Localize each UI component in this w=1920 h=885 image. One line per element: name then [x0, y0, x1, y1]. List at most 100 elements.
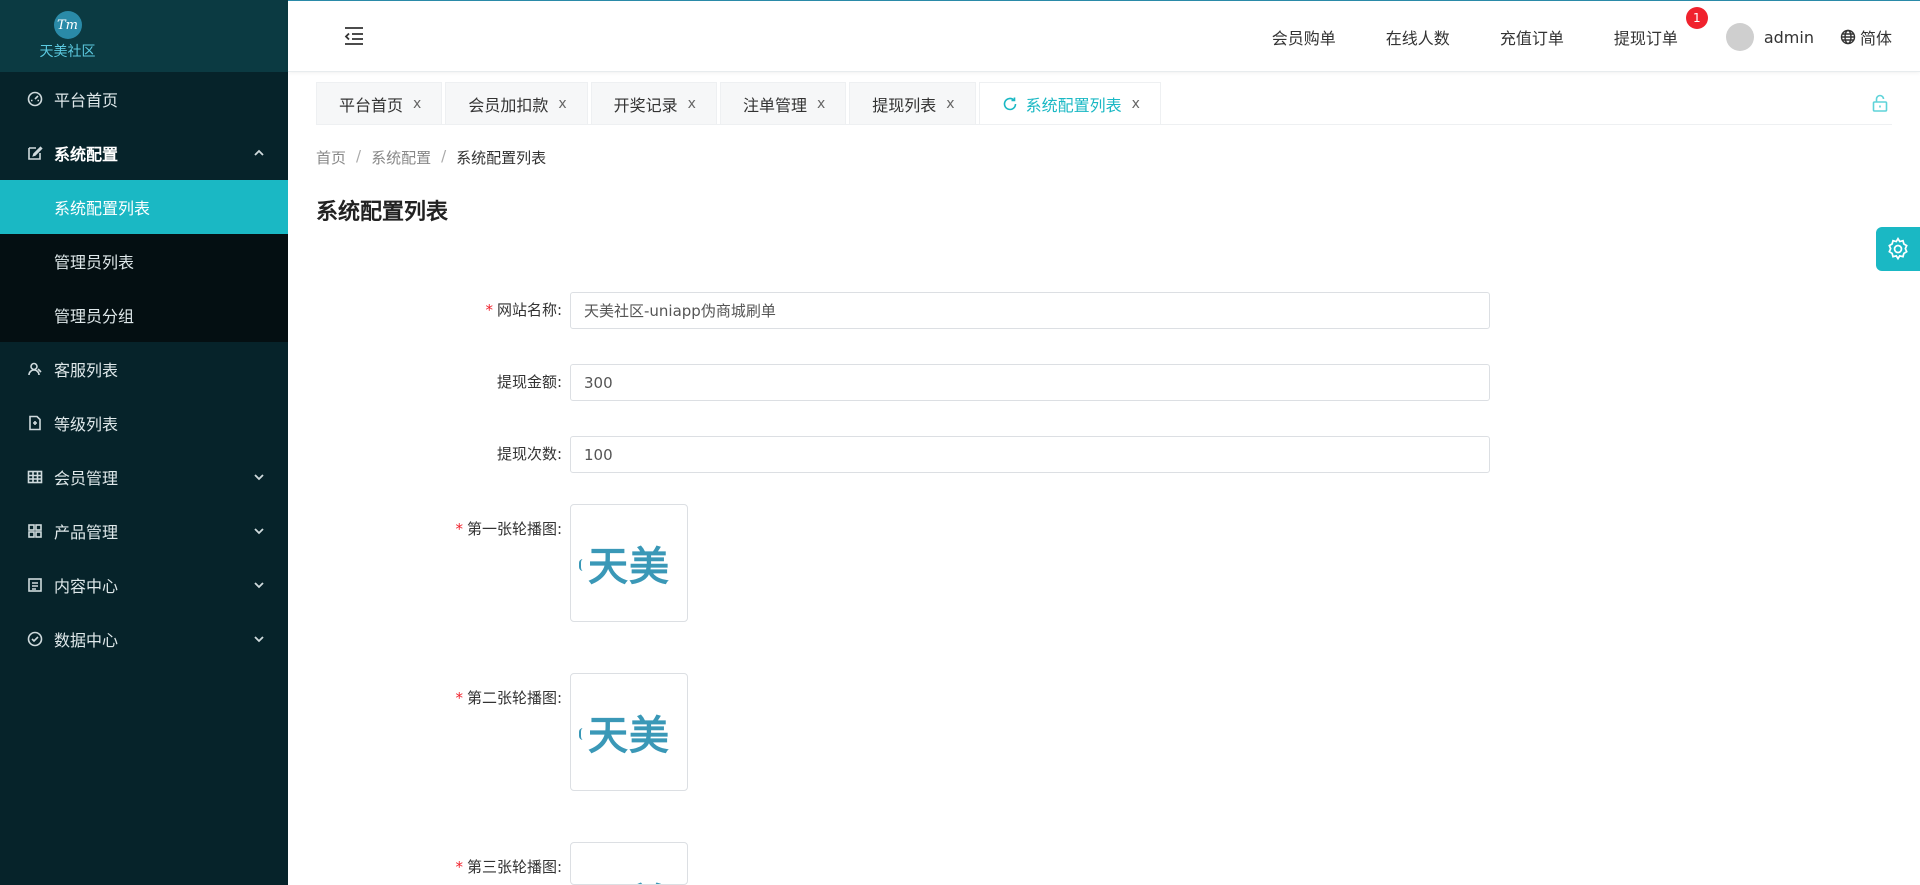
logo-mark: Tm	[53, 11, 82, 39]
tab-lottery-records[interactable]: 开奖记录 x	[590, 82, 717, 124]
sidebar-item-data[interactable]: 数据中心	[0, 612, 288, 666]
tab-bets[interactable]: 注单管理 x	[719, 82, 847, 124]
banner2-upload[interactable]: 天美	[570, 673, 688, 791]
breadcrumb-separator: /	[441, 147, 447, 165]
image-edge-mark	[579, 728, 583, 740]
withdraw-amount-input[interactable]	[570, 364, 1490, 401]
sidebar-item-label: 数据中心	[54, 631, 119, 650]
nav-online-users[interactable]: 在线人数	[1386, 25, 1450, 49]
sidebar: Tm 天美社区 平台首页 系统配置 系统配置列表 管理员列表 管理员分组 客服列…	[0, 0, 288, 885]
check-circle-icon	[26, 630, 44, 648]
user-icon	[26, 360, 44, 378]
withdraw-count-input[interactable]	[570, 436, 1490, 473]
settings-float-button[interactable]	[1876, 227, 1920, 271]
avatar	[1725, 23, 1754, 51]
nav-recharge-orders[interactable]: 充值订单	[1500, 25, 1564, 49]
required-mark: *	[455, 520, 463, 538]
breadcrumb-parent[interactable]: 系统配置	[371, 147, 431, 168]
sidebar-item-products[interactable]: 产品管理	[0, 504, 288, 558]
menu-collapse-icon[interactable]	[342, 25, 366, 47]
sidebar-item-members[interactable]: 会员管理	[0, 450, 288, 504]
document-icon	[26, 414, 44, 432]
chevron-down-icon	[252, 631, 266, 645]
nav-withdraw-orders[interactable]: 提现订单 1	[1614, 7, 1708, 49]
logo-text: 天美社区	[39, 44, 96, 60]
edit-icon	[26, 144, 44, 162]
banner1-label: * 第一张轮播图:	[316, 504, 570, 539]
tab-label: 提现列表	[872, 95, 937, 115]
language-switch[interactable]: 简体	[1840, 25, 1892, 49]
tab-label: 注单管理	[742, 95, 807, 115]
banner3-upload[interactable]: 天美	[570, 842, 688, 885]
sidebar-item-levels[interactable]: 等级列表	[0, 396, 288, 450]
sidebar-subitem-admin-group[interactable]: 管理员分组	[0, 288, 288, 342]
banner3-image: 天美	[588, 871, 670, 884]
form-row-banner-3: *第三张轮播图: 天美	[316, 842, 688, 885]
unlock-icon[interactable]	[1870, 93, 1890, 113]
close-icon[interactable]: x	[1132, 96, 1140, 112]
sidebar-item-label: 内容中心	[54, 577, 119, 596]
gear-icon	[1888, 237, 1908, 261]
tab-member-adjust[interactable]: 会员加扣款 x	[445, 82, 588, 124]
form-row-withdraw-count: 提现次数:	[316, 436, 1490, 473]
label-text: 第三张轮播图:	[466, 858, 562, 876]
notification-badge: 1	[1685, 7, 1708, 29]
required-mark: *	[455, 689, 463, 707]
chevron-down-icon	[252, 469, 266, 483]
sidebar-item-dashboard[interactable]: 平台首页	[0, 72, 288, 126]
tab-label: 系统配置列表	[1025, 95, 1122, 115]
close-icon[interactable]: x	[558, 96, 566, 112]
chevron-down-icon	[252, 523, 266, 537]
required-mark: *	[485, 301, 493, 319]
username: admin	[1763, 27, 1814, 47]
image-edge-mark	[579, 559, 583, 571]
sidebar-subitem-admin-list[interactable]: 管理员列表	[0, 234, 288, 288]
logo[interactable]: Tm 天美社区	[0, 0, 135, 72]
breadcrumb-home[interactable]: 首页	[316, 147, 346, 168]
page-tabs: 平台首页 x 会员加扣款 x 开奖记录 x 注单管理 x 提现列表 x 系统配置…	[316, 82, 1164, 124]
required-mark: *	[455, 858, 463, 876]
tab-label: 平台首页	[339, 95, 404, 115]
sidebar-menu: 平台首页 系统配置 系统配置列表 管理员列表 管理员分组 客服列表 等级列表 会…	[0, 72, 288, 666]
tab-label: 开奖记录	[613, 95, 678, 115]
form-row-withdraw-amount: 提现金额:	[316, 364, 1490, 401]
sidebar-item-content[interactable]: 内容中心	[0, 558, 288, 612]
sidebar-item-label: 等级列表	[54, 415, 119, 434]
table-icon	[26, 468, 44, 486]
form-row-site-name: * 网站名称:	[316, 292, 1490, 329]
banner2-image: 天美	[588, 713, 670, 759]
withdraw-amount-label: 提现金额:	[496, 373, 562, 391]
sidebar-item-label: 客服列表	[54, 361, 119, 380]
top-header: 会员购单 在线人数 充值订单 提现订单 1 admin 简体	[288, 0, 1920, 72]
sidebar-subitem-config-list[interactable]: 系统配置列表	[0, 180, 288, 234]
close-icon[interactable]: x	[413, 96, 421, 112]
submenu-system-config: 系统配置列表 管理员列表 管理员分组	[0, 180, 288, 342]
user-menu[interactable]: admin	[1725, 23, 1814, 51]
label-text: 网站名称:	[496, 301, 562, 319]
chevron-down-icon	[252, 577, 266, 591]
tab-home[interactable]: 平台首页 x	[316, 82, 443, 124]
chevron-up-icon	[252, 145, 266, 159]
site-name-input[interactable]	[570, 292, 1490, 329]
tab-label: 会员加扣款	[468, 95, 549, 115]
tab-system-config-list[interactable]: 系统配置列表 x	[978, 82, 1161, 124]
tab-withdraw-list[interactable]: 提现列表 x	[849, 82, 976, 124]
banner3-label: * 第三张轮播图:	[316, 842, 570, 877]
refresh-icon[interactable]	[1002, 96, 1018, 112]
sidebar-item-label: 平台首页	[54, 91, 119, 110]
close-icon[interactable]: x	[946, 96, 954, 112]
sidebar-item-customer-service[interactable]: 客服列表	[0, 342, 288, 396]
sidebar-item-system-config[interactable]: 系统配置	[0, 126, 288, 180]
breadcrumb-current: 系统配置列表	[456, 149, 547, 167]
language-label: 简体	[1859, 29, 1892, 48]
sidebar-item-label: 系统配置	[54, 145, 119, 164]
tabs-divider	[316, 124, 1892, 125]
close-icon[interactable]: x	[817, 96, 825, 112]
withdraw-count-label: 提现次数:	[496, 445, 562, 463]
list-icon	[26, 576, 44, 594]
banner1-upload[interactable]: 天美	[570, 504, 688, 622]
nav-member-orders[interactable]: 会员购单	[1272, 25, 1336, 49]
breadcrumb-separator: /	[356, 147, 362, 165]
app-root: Tm 天美社区 平台首页 系统配置 系统配置列表 管理员列表 管理员分组 客服列…	[0, 0, 1920, 885]
close-icon[interactable]: x	[688, 96, 696, 112]
